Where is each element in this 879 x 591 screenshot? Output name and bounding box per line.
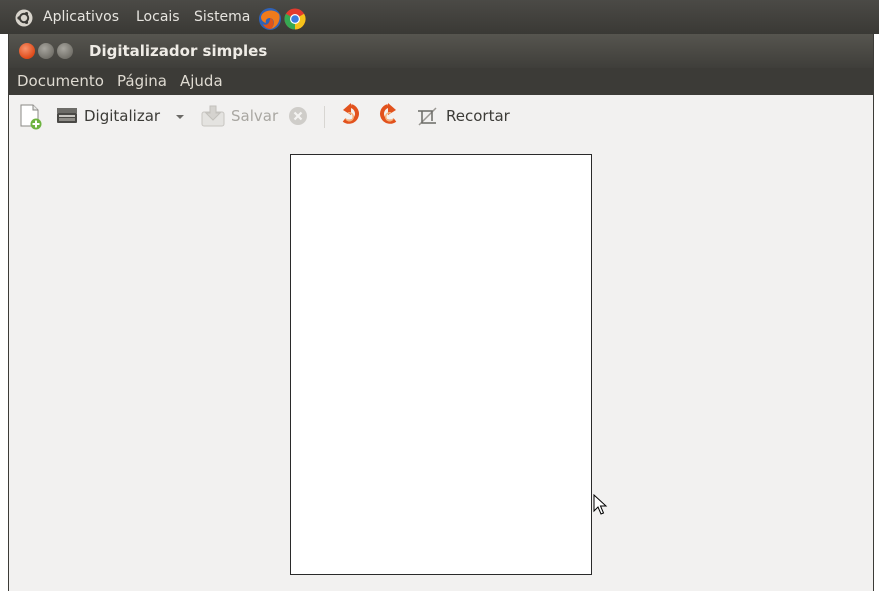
close-icon[interactable] — [19, 43, 35, 59]
scanner-icon[interactable] — [56, 106, 78, 126]
save-button[interactable]: Salvar — [231, 108, 278, 124]
toolbar-separator — [324, 106, 325, 128]
toolbar: Digitalizar Salvar Recortar — [9, 95, 873, 137]
page-preview[interactable] — [290, 154, 592, 575]
top-panel: Aplicativos Locais Sistema — [0, 0, 879, 34]
crop-button[interactable]: Recortar — [446, 108, 510, 124]
firefox-icon[interactable] — [258, 7, 282, 31]
panel-menu-system[interactable]: Sistema — [194, 9, 250, 25]
scanner-window: Digitalizador simples Documento Página A… — [8, 34, 874, 591]
maximize-icon[interactable] — [57, 43, 73, 59]
ubuntu-logo-icon[interactable] — [15, 9, 33, 27]
scan-canvas — [9, 137, 873, 591]
window-title: Digitalizador simples — [89, 42, 268, 60]
crop-icon[interactable] — [416, 105, 440, 127]
save-icon[interactable] — [201, 105, 225, 127]
scan-button[interactable]: Digitalizar — [84, 108, 160, 124]
title-bar[interactable]: Digitalizador simples — [9, 34, 873, 68]
minimize-icon[interactable] — [38, 43, 54, 59]
chrome-icon[interactable] — [284, 8, 306, 30]
rotate-right-icon[interactable] — [377, 103, 399, 129]
menu-help[interactable]: Ajuda — [180, 73, 223, 89]
menu-bar: Documento Página Ajuda — [9, 68, 873, 95]
chevron-down-icon[interactable] — [175, 113, 185, 121]
new-document-icon[interactable] — [19, 104, 43, 130]
panel-menu-applications[interactable]: Aplicativos — [43, 9, 119, 25]
mouse-cursor-icon — [593, 494, 608, 515]
menu-document[interactable]: Documento — [17, 73, 104, 89]
panel-menu-places[interactable]: Locais — [136, 9, 180, 25]
menu-page[interactable]: Página — [117, 73, 167, 89]
stop-icon[interactable] — [288, 106, 308, 126]
rotate-left-icon[interactable] — [340, 103, 362, 129]
